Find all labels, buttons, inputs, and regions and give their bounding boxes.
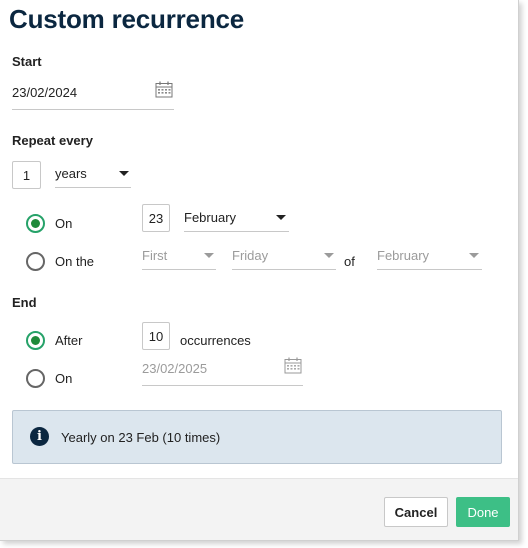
chevron-down-icon (469, 253, 479, 258)
chevron-down-icon (276, 215, 286, 220)
on-the-radio[interactable] (26, 252, 45, 271)
on-day-label: On (55, 216, 73, 231)
of-label: of (344, 254, 355, 269)
day-of-month-input[interactable]: 23 (142, 204, 170, 232)
repeat-unit-value: years (55, 166, 87, 181)
weekday-value: Friday (232, 248, 269, 263)
calendar-icon[interactable] (284, 357, 302, 374)
end-on-label: On (55, 371, 73, 386)
chevron-down-icon (119, 171, 129, 176)
dialog-title: Custom recurrence (9, 4, 245, 34)
info-icon: i (30, 427, 49, 446)
ordinal-value: First (142, 248, 168, 263)
custom-recurrence-dialog: Custom recurrence Start 23/02/2024 Repea… (0, 0, 519, 541)
recurrence-summary-text: Yearly on 23 Feb (10 times) (61, 430, 221, 445)
occurrences-label: occurrences (180, 333, 251, 348)
chevron-down-icon (204, 253, 214, 258)
month-dropdown[interactable]: February (184, 202, 289, 232)
dialog-footer: Cancel Done (0, 478, 518, 540)
recurrence-summary-box: i Yearly on 23 Feb (10 times) (12, 410, 502, 464)
calendar-icon[interactable] (155, 81, 173, 98)
repeat-every-label: Repeat every (12, 133, 93, 148)
end-after-label: After (55, 333, 83, 348)
occurrences-input[interactable]: 10 (142, 322, 170, 350)
start-date-field[interactable]: 23/02/2024 (12, 78, 174, 110)
start-date-value: 23/02/2024 (12, 85, 78, 100)
month-value: February (184, 210, 237, 225)
on-day-radio[interactable] (26, 214, 45, 233)
cancel-button[interactable]: Cancel (384, 497, 448, 527)
end-after-radio[interactable] (26, 331, 45, 350)
end-date-field[interactable]: 23/02/2025 (142, 354, 303, 386)
start-label: Start (12, 54, 42, 69)
ordinal-dropdown[interactable]: First (142, 240, 216, 270)
weekday-dropdown[interactable]: Friday (232, 240, 336, 270)
end-on-radio[interactable] (26, 369, 45, 388)
of-month-dropdown[interactable]: February (377, 240, 482, 270)
end-date-value: 23/02/2025 (142, 361, 208, 376)
done-button[interactable]: Done (456, 497, 510, 527)
on-the-label: On the (55, 254, 95, 269)
repeat-unit-dropdown[interactable]: years (55, 158, 131, 188)
repeat-interval-input[interactable]: 1 (12, 161, 41, 189)
end-label: End (12, 295, 37, 310)
chevron-down-icon (324, 253, 334, 258)
of-month-value: February (377, 248, 430, 263)
